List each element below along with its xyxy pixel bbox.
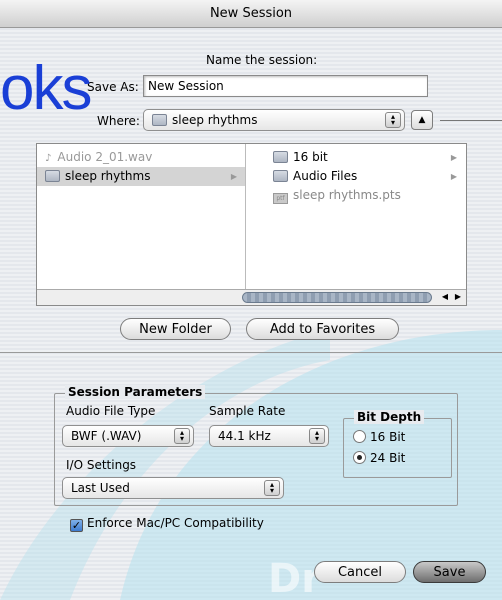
checkmark-icon[interactable]: ✓ xyxy=(70,519,83,532)
list-item[interactable]: 16 bit ▶ xyxy=(265,148,465,167)
folder-icon xyxy=(152,114,167,126)
folder-icon xyxy=(45,170,60,182)
name-prompt: Name the session: xyxy=(206,53,318,67)
browser-column-1[interactable]: ♪ Audio 2_01.wav sleep rhythms ▶ xyxy=(37,144,246,290)
window-title: New Session xyxy=(209,6,293,21)
window-titlebar: New Session xyxy=(0,0,502,28)
save-as-field[interactable]: New Session xyxy=(143,75,428,97)
save-button[interactable]: Save xyxy=(413,561,486,583)
save-as-label: Save As: xyxy=(87,80,139,94)
divider xyxy=(0,352,502,353)
sample-rate-popup[interactable]: 44.1 kHz ▴ ▾ xyxy=(209,425,329,447)
popup-arrows-icon: ▴ ▾ xyxy=(385,112,401,128)
audio-file-type-label: Audio File Type xyxy=(66,404,156,418)
io-settings-popup[interactable]: Last Used ▴ ▾ xyxy=(62,477,284,499)
io-settings-label: I/O Settings xyxy=(66,458,137,472)
popup-arrows-icon: ▴ ▾ xyxy=(264,480,280,496)
sample-rate-label: Sample Rate xyxy=(209,404,286,418)
overlay-logo: oks xyxy=(0,54,92,123)
horizontal-scrollbar[interactable]: ◀ ▶ xyxy=(37,289,466,305)
scrollbar-thumb[interactable] xyxy=(242,292,432,303)
list-item[interactable]: sleep rhythms ▶ xyxy=(37,167,245,186)
popup-arrows-icon: ▴ ▾ xyxy=(174,428,190,444)
bit-depth-title: Bit Depth xyxy=(354,410,425,424)
scroll-left-icon[interactable]: ◀ xyxy=(442,292,448,301)
bit-depth-group xyxy=(343,418,452,478)
list-item[interactable]: ♪ Audio 2_01.wav xyxy=(37,148,245,167)
expand-collapse-button[interactable]: ▲ xyxy=(411,110,433,130)
popup-arrows-icon: ▴ ▾ xyxy=(309,428,325,444)
list-item[interactable]: ptf sleep rhythms.pts xyxy=(265,186,465,205)
file-browser[interactable]: ♪ Audio 2_01.wav sleep rhythms ▶ 16 bit ▶… xyxy=(36,143,467,306)
session-parameters-title: Session Parameters xyxy=(65,385,206,399)
folder-icon xyxy=(273,151,288,163)
disclosure-arrow-icon: ▶ xyxy=(450,153,457,162)
audio-file-icon: ♪ xyxy=(45,153,52,164)
scroll-right-icon[interactable]: ▶ xyxy=(455,292,461,301)
svg-text:Dr: Dr xyxy=(268,556,321,600)
new-folder-button[interactable]: New Folder xyxy=(120,318,231,340)
where-label: Where: xyxy=(97,114,140,128)
session-file-icon: ptf xyxy=(273,193,288,204)
radio-16-bit[interactable]: 16 Bit xyxy=(353,430,405,444)
audio-file-type-popup[interactable]: BWF (.WAV) ▴ ▾ xyxy=(62,425,194,447)
browser-column-2[interactable]: 16 bit ▶ Audio Files ▶ ptf sleep rhythms.… xyxy=(265,144,465,290)
where-value: sleep rhythms xyxy=(172,113,258,127)
radio-24-bit[interactable]: 24 Bit xyxy=(353,451,405,465)
radio-button-selected-icon[interactable] xyxy=(353,451,366,464)
divider xyxy=(440,120,502,121)
folder-icon xyxy=(273,170,288,182)
cancel-button[interactable]: Cancel xyxy=(314,561,406,583)
disclosure-arrow-icon: ▶ xyxy=(230,172,237,181)
list-item[interactable]: Audio Files ▶ xyxy=(265,167,465,186)
disclosure-arrow-icon: ▶ xyxy=(450,172,457,181)
enforce-compatibility-checkbox[interactable]: ✓ Enforce Mac/PC Compatibility xyxy=(70,516,264,532)
where-popup[interactable]: sleep rhythms ▴ ▾ xyxy=(143,109,405,131)
add-to-favorites-button[interactable]: Add to Favorites xyxy=(246,318,399,340)
radio-button-icon[interactable] xyxy=(353,430,366,443)
